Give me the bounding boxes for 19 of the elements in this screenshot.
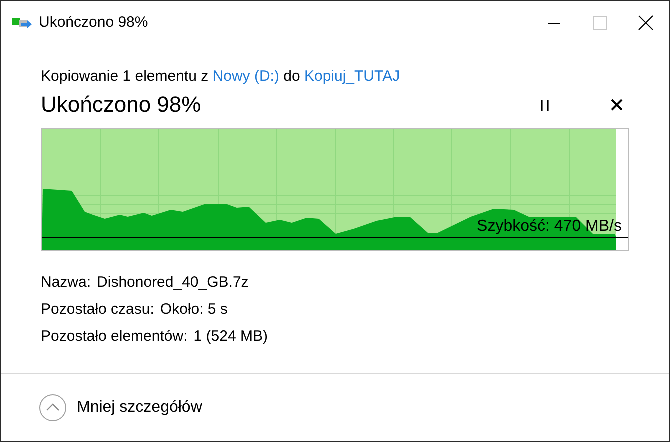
close-icon bbox=[638, 15, 654, 31]
pause-icon bbox=[540, 100, 550, 110]
location-link[interactable]: Kopiuj_TUTAJ bbox=[304, 68, 400, 85]
detail-value: 1 (524 MB) bbox=[194, 327, 268, 347]
progress-heading: Ukończono 98% bbox=[41, 91, 202, 119]
less-details-button[interactable]: Mniej szczegółów bbox=[39, 394, 202, 422]
copy-icon bbox=[12, 16, 32, 30]
maximize-icon bbox=[593, 16, 607, 30]
window-title: Ukończono 98% bbox=[39, 12, 148, 33]
speed-label: Szybkość: 470 MB/s bbox=[477, 218, 622, 236]
detail-label: Pozostało czasu: bbox=[41, 300, 154, 320]
close-icon bbox=[611, 99, 623, 111]
detail-value: Dishonored_40_GB.7z bbox=[97, 273, 249, 293]
chevron-icon bbox=[39, 394, 67, 422]
detail-label: Nazwa: bbox=[41, 273, 92, 293]
detail-label: Pozostało elementów: bbox=[41, 327, 188, 347]
location-link[interactable]: Nowy (D:) bbox=[212, 68, 280, 85]
detail-value: Około: 5 s bbox=[160, 300, 228, 320]
copy-description: Kopiowanie 1 elementu z Nowy (D:) do Kopiuj_TUTAJ bbox=[41, 67, 402, 87]
